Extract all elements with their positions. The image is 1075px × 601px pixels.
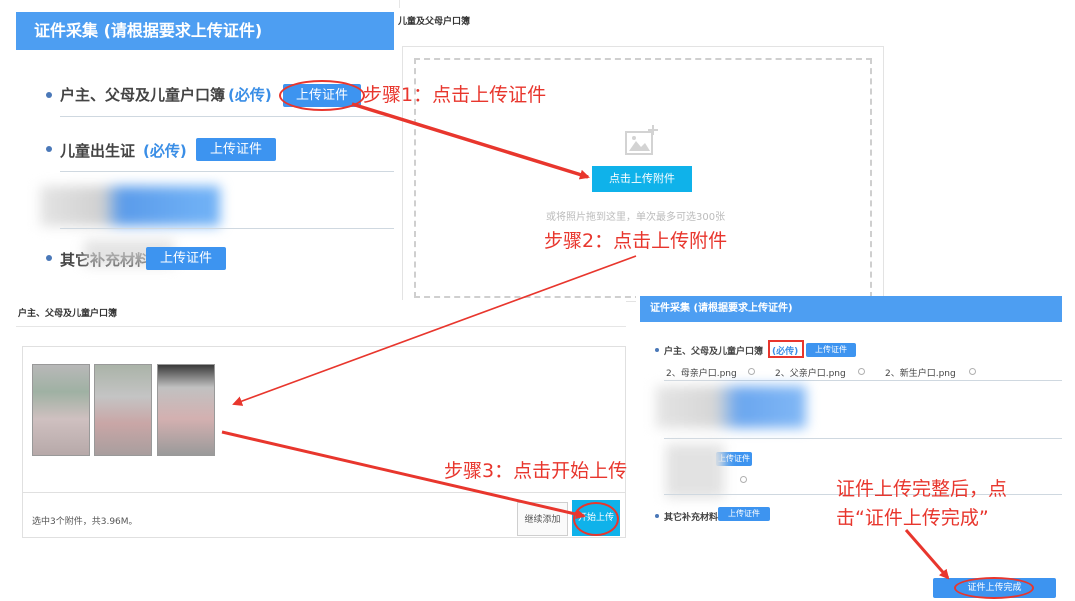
arrow-step1 (351, 102, 590, 180)
arrow-step3 (221, 430, 586, 520)
annotation-arrows (221, 102, 950, 580)
arrow-step2 (232, 255, 637, 406)
arrow-step4 (904, 529, 950, 580)
